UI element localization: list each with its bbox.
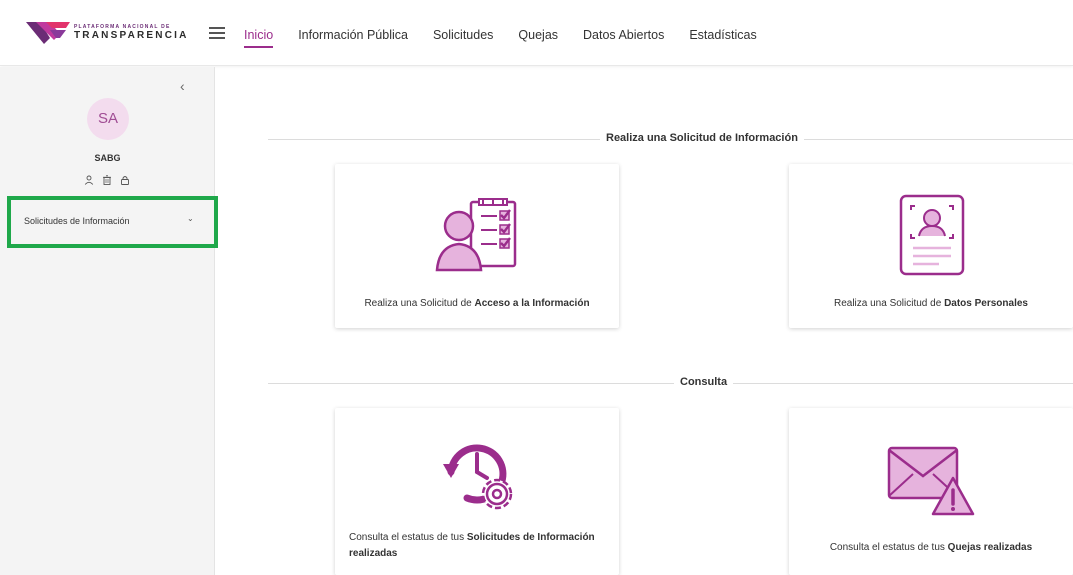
username: SABG	[94, 153, 121, 163]
nav-solicitudes[interactable]: Solicitudes	[433, 28, 493, 42]
card-estatus-quejas[interactable]: Consulta el estatus de tus Quejas realiz…	[789, 408, 1073, 575]
card-acceso-informacion[interactable]: Realiza una Solicitud de Acceso a la Inf…	[335, 164, 619, 328]
sidebar-item-solicitudes[interactable]: Solicitudes de Información ⌄	[7, 196, 218, 248]
avatar: SA	[87, 98, 129, 140]
trash-icon[interactable]	[102, 175, 112, 185]
nav-estadisticas[interactable]: Estadísticas	[689, 28, 756, 42]
envelope-warning-icon	[887, 446, 975, 516]
card-label: Realiza una Solicitud de Datos Personale…	[833, 298, 1028, 309]
chevron-down-icon: ⌄	[187, 214, 194, 223]
logo-title: TRANSPARENCIA	[74, 30, 189, 41]
user-profile-icon[interactable]	[84, 175, 94, 185]
card-label: Realiza una Solicitud de Acceso a la Inf…	[364, 298, 590, 309]
section-title-consulta: Consulta	[674, 376, 734, 388]
sidebar: ‹ SA SABG Solicitudes de Información ⌄	[0, 67, 218, 575]
card-estatus-solicitudes[interactable]: Consulta el estatus de tus Solicitudes d…	[335, 408, 619, 575]
checklist-user-icon	[435, 198, 517, 272]
user-actions	[84, 175, 130, 185]
id-card-user-icon	[899, 194, 965, 276]
collapse-sidebar-icon[interactable]: ‹	[180, 79, 192, 93]
card-datos-personales[interactable]: Realiza una Solicitud de Datos Personale…	[789, 164, 1073, 328]
nav-informacion-publica[interactable]: Información Pública	[298, 28, 408, 42]
nav-quejas[interactable]: Quejas	[518, 28, 558, 42]
menu-icon[interactable]	[209, 27, 225, 39]
card-label: Consulta el estatus de tus Quejas realiz…	[829, 542, 1033, 553]
card-label: Consulta el estatus de tus Solicitudes d…	[349, 532, 595, 559]
section-title-solicitud: Realiza una Solicitud de Información	[600, 132, 804, 144]
nav-datos-abiertos[interactable]: Datos Abiertos	[583, 28, 664, 42]
lock-icon[interactable]	[120, 175, 130, 185]
section-divider	[268, 383, 1073, 384]
top-header: PLATAFORMA NACIONAL DE TRANSPARENCIA Ini…	[0, 0, 1073, 66]
logo-mark-icon	[26, 22, 70, 44]
nav-inicio[interactable]: Inicio	[244, 28, 274, 48]
logo[interactable]: PLATAFORMA NACIONAL DE TRANSPARENCIA	[26, 20, 186, 46]
sidebar-item-label: Solicitudes de Información	[24, 216, 130, 226]
main-nav: Inicio Información Pública Solicitudes Q…	[244, 28, 782, 48]
history-gear-icon	[443, 444, 513, 510]
